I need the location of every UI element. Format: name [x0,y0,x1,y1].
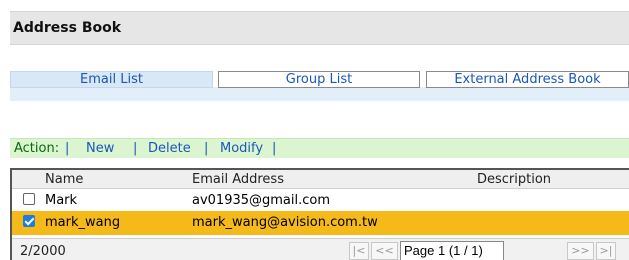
modify-link[interactable]: Modify [220,139,263,158]
last-page-button[interactable]: >| [596,242,616,260]
row-checkbox[interactable] [23,193,35,205]
contact-email: av01935@gmail.com [192,193,331,208]
new-link[interactable]: New [86,139,114,158]
table-row[interactable]: Mark av01935@gmail.com [12,189,629,211]
tab-band [10,87,629,101]
contact-name: Mark [45,193,78,208]
record-count: 2/2000 [20,244,66,259]
action-bar: Action: | New | Delete | Modify | [10,138,629,158]
table-header: Name Email Address Description [12,170,629,189]
email-list-table: Name Email Address Description Mark av01… [10,168,629,260]
column-header-description[interactable]: Description [477,172,551,187]
page-title: Address Book [13,20,122,36]
tab-email-list[interactable]: Email List [10,71,213,88]
first-page-button[interactable]: |< [349,242,369,260]
next-page-button[interactable]: >> [567,242,594,260]
action-separator: | [65,141,70,156]
tab-group-list[interactable]: Group List [218,71,420,88]
table-row-selected[interactable]: mark_wang mark_wang@avision.com.tw [12,211,629,235]
tab-bar: Email List Group List External Address B… [10,71,629,101]
action-separator: | [133,141,138,156]
page-indicator[interactable]: Page 1 (1 / 1) [400,241,504,260]
delete-link[interactable]: Delete [148,139,191,158]
contact-name: mark_wang [45,215,121,230]
previous-page-button[interactable]: << [371,242,398,260]
column-header-name[interactable]: Name [45,172,83,187]
action-separator: | [272,141,277,156]
address-book-header: Address Book [10,11,629,45]
contact-email: mark_wang@avision.com.tw [192,215,378,230]
action-separator: | [204,141,209,156]
row-checkbox-checked[interactable] [23,215,35,227]
pagination-bar: 2/2000 |< << Page 1 (1 / 1) >> >| [12,238,629,260]
action-label: Action: [14,141,60,156]
tab-external-address-book[interactable]: External Address Book [426,71,629,88]
column-header-email[interactable]: Email Address [192,172,284,187]
